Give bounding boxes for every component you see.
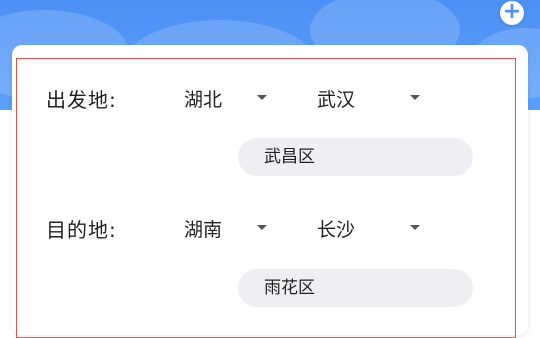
chevron-down-icon	[257, 95, 267, 100]
chevron-down-icon	[410, 225, 420, 230]
departure-district-select[interactable]: 武昌区	[238, 138, 473, 176]
destination-district-select[interactable]: 雨花区	[238, 269, 473, 307]
add-icon[interactable]: +	[500, 1, 524, 25]
chevron-down-icon	[257, 225, 267, 230]
departure-province-value: 湖北	[184, 89, 223, 111]
destination-city-value: 长沙	[317, 219, 356, 241]
departure-city-value: 武汉	[317, 89, 356, 111]
destination-province-value: 湖南	[184, 219, 223, 241]
destination-label: 目的地:	[46, 218, 117, 242]
chevron-down-icon	[410, 95, 420, 100]
departure-label: 出发地:	[46, 88, 117, 112]
route-card: 出发地: 湖北 武汉 武昌区 目的地: 湖南 长沙 雨花区	[12, 45, 528, 338]
